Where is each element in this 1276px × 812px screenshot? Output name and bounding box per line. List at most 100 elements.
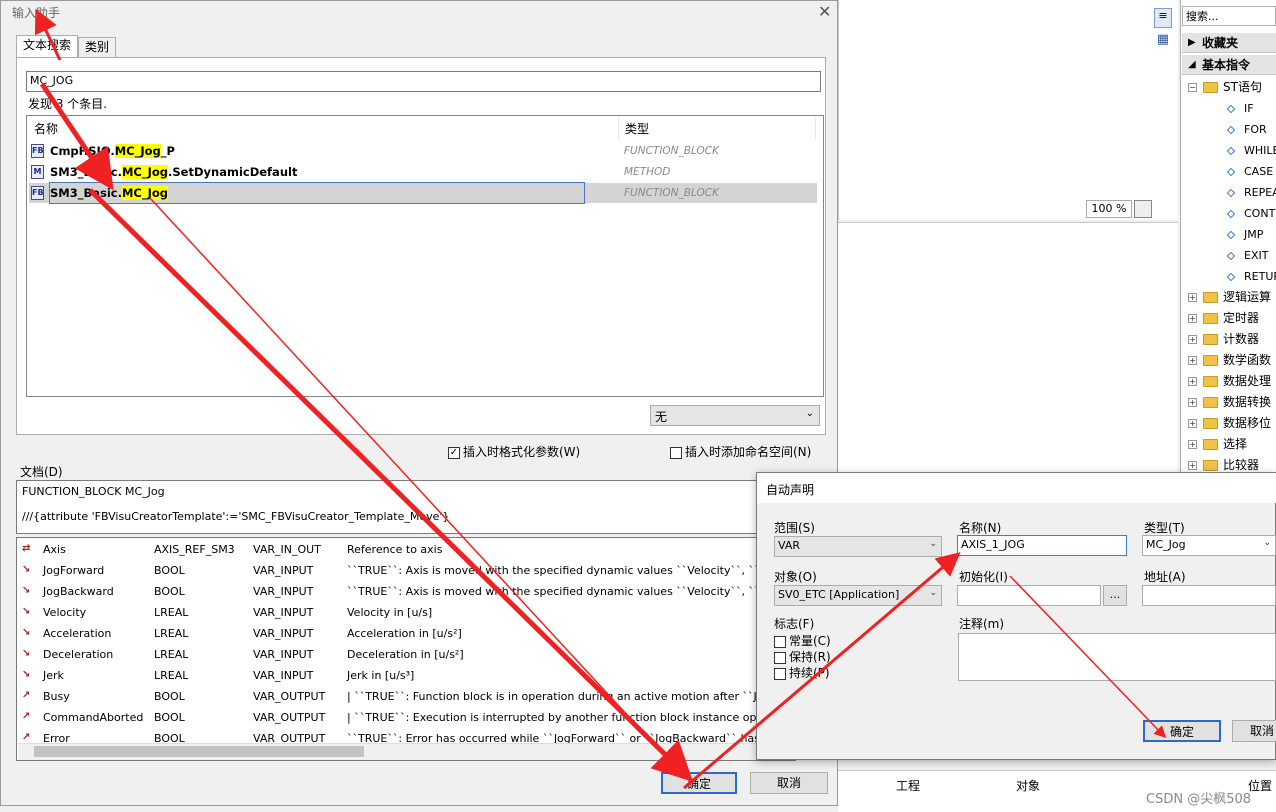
checkbox-checked-icon[interactable]: ✓ [448, 446, 460, 459]
comment-input[interactable] [958, 633, 1276, 681]
expand-icon[interactable]: + [1188, 335, 1197, 344]
result-row[interactable]: M SM3_Basic.MC_Jog.SetDynamicDefault MET… [29, 162, 817, 182]
object-select[interactable]: SV0_ETC [Application] ⌄ [774, 585, 942, 606]
expand-icon[interactable]: + [1188, 398, 1197, 407]
col-object[interactable]: 对象 [1016, 777, 1040, 794]
checkbox-icon[interactable] [774, 667, 786, 680]
table-row[interactable]: ↘ Acceleration LREAL VAR_INPUT Acceleration … [20, 623, 780, 644]
table-row[interactable]: ↘ JogForward BOOL VAR_INPUT ``TRUE``: Axis i… [20, 560, 780, 581]
col-header-type[interactable]: 类型 [625, 120, 649, 137]
tree-item-timer[interactable]: + 定时器 [1182, 308, 1276, 329]
expand-icon[interactable]: + [1188, 293, 1197, 302]
tree-label: 数据移位 [1223, 416, 1272, 430]
tree-item-if[interactable]: IF [1182, 98, 1276, 119]
folder-icon [1203, 292, 1218, 303]
tree-item-shift[interactable]: + 数据移位 [1182, 413, 1276, 434]
flag-constant-checkbox[interactable]: 常量(C) [774, 632, 831, 649]
table-row[interactable]: ⇄ Axis AXIS_REF_SM3 VAR_IN_OUT Reference to … [20, 539, 780, 560]
auto-cancel-button[interactable]: 取消 [1232, 720, 1276, 742]
flags-label: 标志(F) [774, 617, 815, 631]
tree-label: CONTINUE [1244, 207, 1276, 220]
scope-select[interactable]: VAR ⌄ [774, 536, 942, 557]
table-row[interactable]: ↘ Deceleration LREAL VAR_INPUT Deceleration … [20, 644, 780, 665]
toolbox-favorites-header[interactable]: ▶ 收藏夹 [1182, 33, 1276, 53]
editor-pane-top[interactable] [838, 0, 1178, 220]
table-row[interactable]: ↗ CommandAborted BOOL VAR_OUTPUT | ``TRUE``:… [20, 707, 780, 728]
checkbox-icon[interactable] [774, 651, 786, 664]
expand-icon[interactable]: + [1188, 419, 1197, 428]
close-icon[interactable]: ✕ [818, 2, 831, 21]
var-scope: VAR_INPUT [253, 585, 314, 598]
result-row-selected[interactable]: FB SM3_Basic.MC_Jog FUNCTION_BLOCK [29, 182, 817, 204]
address-input[interactable] [1142, 585, 1276, 606]
table-view-icon[interactable]: ▦ [1154, 32, 1172, 50]
cancel-button[interactable]: 取消 [750, 772, 828, 794]
zoom-level[interactable]: 100 % [1086, 200, 1132, 218]
scrollbar-thumb[interactable] [34, 746, 364, 757]
browse-button[interactable]: ... [1103, 585, 1127, 606]
text-view-icon[interactable]: ≡ [1154, 8, 1172, 28]
diamond-icon [1226, 251, 1236, 260]
var-name: Velocity [43, 606, 87, 619]
table-row[interactable]: ↘ JogBackward BOOL VAR_INPUT ``TRUE``: Axis … [20, 581, 780, 602]
tree-item-math[interactable]: + 数学函数 [1182, 350, 1276, 371]
tree-item-continue[interactable]: CONTINUE [1182, 203, 1276, 224]
tree-item-st[interactable]: − ST语句 [1182, 77, 1276, 98]
add-namespace-checkbox[interactable]: 插入时添加命名空间(N) [670, 443, 811, 460]
flag-persistent-checkbox[interactable]: 持续(P) [774, 664, 830, 681]
tree-item-exit[interactable]: EXIT [1182, 245, 1276, 266]
tree-item-logic[interactable]: + 逻辑运算 [1182, 287, 1276, 308]
toolbox-basic-header[interactable]: ◢ 基本指令 [1182, 55, 1276, 75]
editor-pane-middle[interactable] [838, 222, 1178, 472]
expand-icon[interactable]: + [1188, 314, 1197, 323]
ok-button[interactable]: 确定 [661, 772, 737, 794]
toolbox-search-input[interactable]: 搜索... [1182, 6, 1276, 26]
auto-ok-button[interactable]: 确定 [1143, 720, 1221, 742]
folder-icon [1203, 439, 1218, 450]
folder-icon [1203, 376, 1218, 387]
search-input[interactable]: MC_JOG [26, 71, 821, 92]
tree-item-repeat[interactable]: REPEAT [1182, 182, 1276, 203]
result-row[interactable]: FB CmpHSIO.MC_Jog_P FUNCTION_BLOCK [29, 141, 817, 161]
expand-icon[interactable]: + [1188, 377, 1197, 386]
tree-item-counter[interactable]: + 计数器 [1182, 329, 1276, 350]
col-position[interactable]: 位置 [1248, 777, 1272, 794]
diamond-icon [1226, 272, 1236, 281]
collapse-icon[interactable]: − [1188, 83, 1197, 92]
tab-category[interactable]: 类别 [78, 37, 117, 57]
table-row[interactable]: ↘ Jerk LREAL VAR_INPUT Jerk in [u/s³] [20, 665, 780, 686]
col-project[interactable]: 工程 [896, 777, 920, 794]
tree-label: REPEAT [1244, 186, 1276, 199]
checkbox-icon[interactable] [670, 446, 682, 459]
table-row[interactable]: ↗ Error BOOL VAR_OUTPUT ``TRUE``: Error has … [20, 728, 780, 744]
format-params-checkbox[interactable]: ✓ 插入时格式化参数(W) [448, 443, 580, 460]
tree-item-while[interactable]: WHILE [1182, 140, 1276, 161]
tree-item-jmp[interactable]: JMP [1182, 224, 1276, 245]
name-input[interactable]: AXIS_1_JOG [957, 535, 1127, 556]
folder-icon [1203, 82, 1218, 93]
tree-item-data-conv[interactable]: + 数据转换 [1182, 392, 1276, 413]
tree-item-select[interactable]: + 选择 [1182, 434, 1276, 455]
folder-icon [1203, 460, 1218, 471]
flag-retain-checkbox[interactable]: 保持(R) [774, 648, 831, 665]
result-match: MC_Jog [114, 144, 161, 158]
tree-item-for[interactable]: FOR [1182, 119, 1276, 140]
tree-item-return[interactable]: RETURN [1182, 266, 1276, 287]
expand-icon[interactable]: + [1188, 356, 1197, 365]
type-input[interactable]: MC_Jog ⌄ [1142, 535, 1276, 556]
zoom-icon[interactable] [1134, 200, 1152, 218]
tree-label: WHILE [1244, 144, 1276, 157]
namespace-select[interactable]: 无 ⌄ [650, 405, 820, 426]
table-row[interactable]: ↗ Busy BOOL VAR_OUTPUT | ``TRUE``: Function … [20, 686, 780, 707]
checkbox-icon[interactable] [774, 635, 786, 648]
expand-icon[interactable]: + [1188, 440, 1197, 449]
table-row[interactable]: ↘ Velocity LREAL VAR_INPUT Velocity in [u/s] [20, 602, 780, 623]
col-header-name[interactable]: 名称 [34, 120, 58, 137]
init-input[interactable] [957, 585, 1101, 606]
tab-text-search[interactable]: 文本搜索 [16, 35, 79, 58]
tree-item-data-proc[interactable]: + 数据处理 [1182, 371, 1276, 392]
tree-item-case[interactable]: CASE [1182, 161, 1276, 182]
chevron-down-icon: ⌄ [805, 408, 814, 419]
expand-icon[interactable]: + [1188, 461, 1197, 470]
input-variable-icon: ↘ [22, 648, 31, 659]
